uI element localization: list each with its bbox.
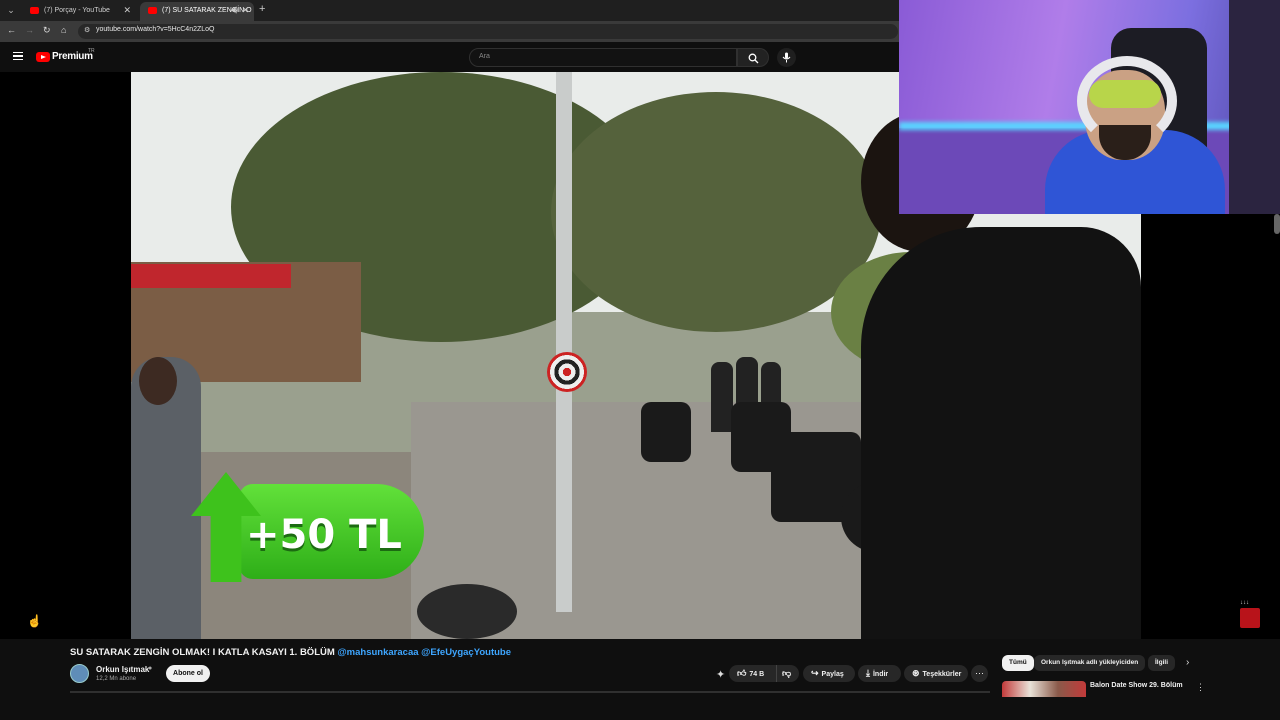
menu-icon[interactable]: [13, 52, 23, 61]
video-girl-head: [139, 357, 177, 405]
url-input[interactable]: ⚙ youtube.com/watch?v=5HcC4n2ZLoQ: [78, 24, 898, 39]
left-black-bar: [0, 72, 131, 639]
watermark-text: ↓↓↓: [1240, 600, 1249, 606]
mouse-cursor-icon: ☝: [27, 614, 42, 628]
search-button[interactable]: [737, 48, 769, 67]
recommended-thumbnail[interactable]: [1002, 681, 1086, 697]
share-icon: ↪: [811, 668, 819, 678]
search-input[interactable]: Ara: [469, 48, 737, 67]
share-label: Paylaş: [821, 671, 844, 678]
video-title: SU SATARAK ZENGİN OLMAK! I KATLA KASAYI …: [70, 647, 511, 658]
download-label: İndir: [872, 671, 889, 678]
like-count: 74 B: [749, 671, 765, 678]
thanks-label: Teşekkürler: [922, 671, 962, 678]
new-tab-icon[interactable]: +: [259, 3, 265, 15]
logo-text: Premium: [52, 51, 93, 62]
tab-close-icon[interactable]: ✕: [123, 2, 131, 19]
verified-icon: ●: [148, 665, 153, 672]
thanks-button[interactable]: ⊛ Teşekkürler: [904, 665, 968, 682]
dislike-button[interactable]: 👎︎: [776, 665, 798, 682]
channel-name[interactable]: Orkun Işıtmak: [96, 665, 149, 674]
download-button[interactable]: ⤓ İndir: [858, 665, 901, 682]
tab-search-icon[interactable]: ⌄: [4, 3, 18, 17]
chip-from-uploader[interactable]: Orkun Işıtmak adlı yükleyiciden: [1034, 655, 1146, 671]
super-thanks-icon: ⊛: [912, 668, 920, 678]
search-icon: [748, 53, 759, 64]
microphone-icon: [782, 52, 791, 63]
video-pole: [556, 72, 572, 612]
video-info-section: SU SATARAK ZENGİN OLMAK! I KATLA KASAYI …: [0, 639, 1280, 720]
forward-icon[interactable]: →: [25, 25, 34, 35]
home-icon[interactable]: ⌂: [61, 25, 66, 35]
youtube-play-icon: [36, 52, 50, 62]
video-tyre: [417, 584, 517, 639]
thumbs-up-icon: 👍︎: [737, 668, 747, 678]
youtube-favicon-icon: [148, 7, 157, 14]
video-title-text: SU SATARAK ZENGİN OLMAK! I KATLA KASAYI …: [70, 647, 335, 658]
video-red-awning: [131, 264, 291, 288]
recommended-title[interactable]: Balon Date Show 29. Bölüm: [1090, 682, 1183, 689]
tab-video[interactable]: (7) SU SATARAK ZENGİN O ◀) ✕: [140, 2, 254, 21]
share-button[interactable]: ↪ Paylaş: [803, 665, 855, 682]
subscribe-button[interactable]: Abone ol: [166, 665, 210, 682]
url-text: youtube.com/watch?v=5HcC4n2ZLoQ: [96, 26, 215, 33]
video-person: [711, 362, 733, 432]
search-placeholder: Ara: [479, 53, 490, 60]
chip-all[interactable]: Tümü: [1002, 655, 1034, 671]
back-icon[interactable]: ←: [7, 25, 16, 35]
chevron-right-icon[interactable]: ›: [1186, 657, 1189, 668]
page-scrollbar[interactable]: [1274, 214, 1280, 234]
video-tree: [551, 92, 881, 332]
channel-avatar[interactable]: [70, 664, 89, 683]
tab-title: (7) Porçay - YouTube: [44, 7, 110, 14]
reload-icon[interactable]: ↻: [43, 25, 51, 36]
money-badge: +50 TL: [191, 472, 426, 582]
thumbs-down-icon: 👎︎: [782, 668, 792, 678]
tab-title: (7) SU SATARAK ZENGİN O: [162, 7, 252, 14]
logo-country: TR: [88, 48, 95, 54]
subscriber-count: 12,2 Mn abone: [96, 676, 137, 682]
youtube-header: Premium TR Ara: [0, 42, 900, 72]
chip-related[interactable]: İlgili: [1148, 655, 1175, 671]
video-scooter: [641, 402, 691, 462]
headset-icon: [1077, 56, 1177, 146]
video-man-shirt: [861, 227, 1141, 639]
site-info-icon[interactable]: ⚙: [84, 26, 90, 34]
screen: ⌄ (7) Porçay - YouTube ✕ (7) SU SATARAK …: [0, 0, 1280, 720]
money-amount: +50 TL: [246, 512, 402, 558]
tab-porcay[interactable]: (7) Porçay - YouTube ✕: [22, 2, 136, 21]
tab-close-icon[interactable]: ✕: [241, 2, 249, 19]
youtube-favicon-icon: [30, 7, 39, 14]
video-dartboard: [547, 352, 587, 392]
description-divider: [70, 691, 990, 693]
webcam-shelf: [1229, 0, 1280, 214]
more-actions-icon[interactable]: ⋯: [971, 665, 988, 682]
streamer-webcam: [899, 0, 1280, 214]
video-title-tags[interactable]: @mahsunkaracaa @EfeUygaçYoutube: [337, 647, 511, 658]
recommended-more-icon[interactable]: ⋮: [1196, 682, 1205, 693]
right-black-bar: [1141, 214, 1280, 639]
speaker-icon[interactable]: ◀): [230, 2, 238, 19]
voice-search-button[interactable]: [777, 48, 796, 67]
channel-watermark-logo[interactable]: ↓↓↓: [1240, 600, 1260, 628]
ask-ai-icon[interactable]: ✦: [716, 668, 725, 681]
download-icon: ⤓: [866, 668, 870, 678]
